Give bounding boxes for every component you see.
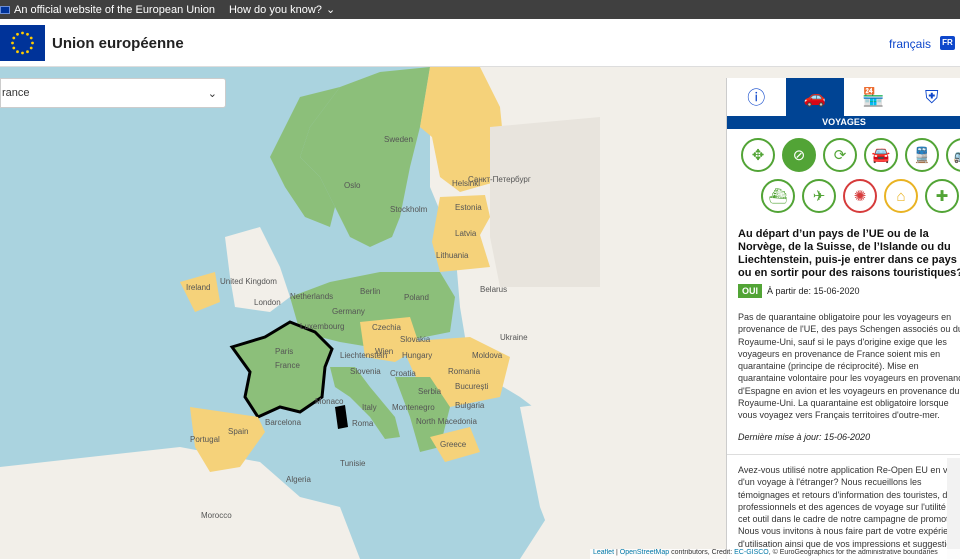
map-label: Algeria (286, 475, 311, 484)
map-label: Luxembourg (300, 322, 345, 331)
map-label: Estonia (455, 203, 482, 212)
map-label: Montenegro (392, 403, 435, 412)
chevron-down-icon: ⌄ (325, 4, 336, 16)
eu-logo[interactable] (0, 25, 45, 61)
section-title: VOYAGES (727, 116, 960, 129)
borders-icon[interactable]: ✥ (741, 138, 775, 172)
official-eu-banner: An official website of the European Unio… (0, 0, 960, 19)
language-code-badge[interactable]: FR (940, 36, 955, 50)
map-label: Lithuania (436, 251, 469, 260)
map-label: Oslo (344, 181, 361, 190)
map-label: Bulgaria (455, 401, 485, 410)
map-label: United Kingdom (220, 277, 277, 286)
map-label: București (455, 382, 489, 391)
chevron-down-icon: ⌄ (207, 88, 217, 100)
map-label: Belarus (480, 285, 508, 294)
info-icon: ⓘ (747, 88, 766, 108)
map-label: Netherlands (290, 292, 334, 301)
shield-icon: ⛨ (925, 86, 939, 107)
shop-icon: 🏪 (862, 86, 885, 107)
map-label: Stockholm (390, 205, 428, 214)
map-label: Greece (440, 440, 467, 449)
map-label: Romania (448, 367, 481, 376)
info-panel: ⓘ 🚗 🏪 ⛨ VOYAGES ✥ ⊘ ⟳ 🚘 🚆 🚌 ⛴ ✈ ✺ ⌂ ✚ Au… (726, 78, 960, 559)
no-travel-icon[interactable]: ⊘ (782, 138, 816, 172)
map-label: France (275, 361, 300, 370)
map-label: Italy (362, 403, 377, 412)
scrollbar[interactable] (947, 458, 960, 559)
measure-description: Pas de quarantaine obligatoire pour les … (738, 312, 960, 421)
travel-icons-row-1: ✥ ⊘ ⟳ 🚘 🚆 🚌 (741, 138, 960, 172)
country-select[interactable]: rance ⌄ (0, 78, 226, 108)
map-label: Barcelona (265, 418, 302, 427)
home-icon[interactable]: ⌂ (884, 179, 918, 213)
map-label: Monaco (315, 397, 344, 406)
map-label: Morocco (201, 511, 232, 520)
osm-link[interactable]: OpenStreetMap (620, 549, 669, 556)
how-do-you-know-link[interactable]: How do you know? ⌄ (228, 3, 336, 17)
map-label: Roma (352, 419, 374, 428)
language-selector[interactable]: français (889, 37, 931, 51)
map-label: North Macedonia (416, 417, 477, 426)
tab-travel[interactable]: 🚗 (785, 78, 844, 116)
last-updated: Dernière mise à jour: 15-06-2020 (738, 432, 871, 442)
plane-icon[interactable]: ✈ (802, 179, 836, 213)
eu-flag-icon (0, 5, 10, 14)
train-icon[interactable]: 🚆 (905, 138, 939, 172)
official-site-text: An official website of the European Unio… (14, 3, 215, 16)
travel-icons-row-2: ⛴ ✈ ✺ ⌂ ✚ (761, 179, 959, 213)
map-label: Ukraine (500, 333, 528, 342)
divider (727, 454, 960, 455)
tab-info[interactable]: ⓘ (727, 78, 786, 116)
map-label: Czechia (372, 323, 401, 332)
map-label: Croatia (390, 369, 416, 378)
transit-icon[interactable]: ⟳ (823, 138, 857, 172)
car-icon: 🚗 (803, 86, 826, 107)
status-badge: OUI (738, 284, 763, 298)
attribution-text: contributors, Credit: (669, 549, 735, 556)
ship-icon[interactable]: ⛴ (761, 179, 795, 213)
feedback-text: Avez-vous utilisé notre application Re-O… (738, 465, 960, 549)
map-label: Slovakia (400, 335, 431, 344)
question-heading: Au départ d’un pays de l’UE ou de la Nor… (738, 228, 960, 279)
map-label: Spain (228, 427, 249, 436)
bus-icon[interactable]: 🚌 (946, 138, 960, 172)
site-header: Union européenne français FR (0, 19, 960, 67)
map-label: Poland (404, 293, 429, 302)
map-label: Serbia (418, 387, 442, 396)
health-form-icon[interactable]: ✚ (925, 179, 959, 213)
tab-health[interactable]: ⛨ (903, 78, 960, 116)
map-label: Ireland (186, 283, 211, 292)
map-label: Slovenia (350, 367, 381, 376)
map-label: Berlin (360, 287, 381, 296)
effective-date: À partir de: 15-06-2020 (767, 286, 860, 296)
map-label: Wien (375, 347, 394, 356)
page-title: Union européenne (52, 35, 184, 52)
map-label: Hungary (402, 351, 433, 360)
map-label: Tunisie (340, 459, 366, 468)
map-label: Sweden (384, 135, 413, 144)
gisco-link[interactable]: EC-GISCO (734, 549, 769, 556)
tab-shops[interactable]: 🏪 (844, 78, 903, 116)
car-travel-icon[interactable]: 🚘 (864, 138, 898, 172)
leaflet-link[interactable]: Leaflet (593, 549, 614, 556)
map-label: Latvia (455, 229, 477, 238)
map-label: London (254, 298, 281, 307)
map-label: Portugal (190, 435, 220, 444)
attribution-tail: , © EuroGeographics for the administrati… (768, 549, 938, 556)
map-label: Санкт-Петербург (468, 175, 531, 184)
map-label: Germany (332, 307, 365, 316)
map-label: Paris (275, 347, 294, 356)
country-select-value: rance (2, 87, 30, 99)
map-attribution: Leaflet | OpenStreetMap contributors, Cr… (590, 549, 960, 559)
how-do-you-know-label: How do you know? (228, 3, 322, 16)
map-label: Moldova (472, 351, 503, 360)
panel-tabs: ⓘ 🚗 🏪 ⛨ (727, 78, 960, 116)
virus-icon[interactable]: ✺ (843, 179, 877, 213)
